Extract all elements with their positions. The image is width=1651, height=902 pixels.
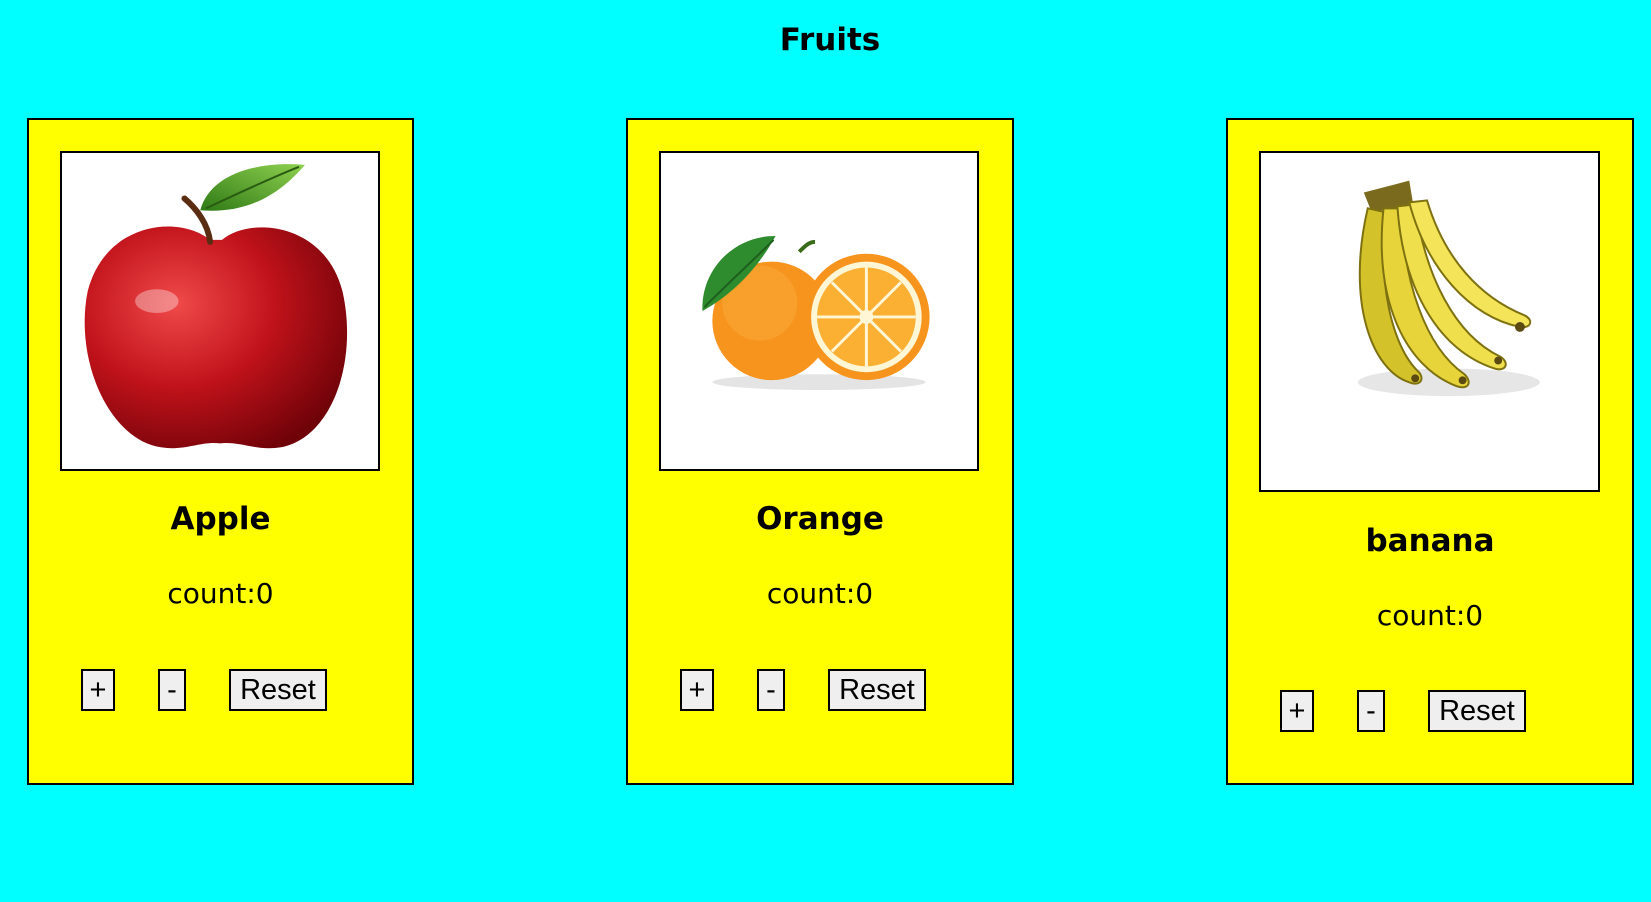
- fruit-name: Apple: [170, 501, 271, 537]
- reset-button[interactable]: Reset: [1428, 690, 1526, 732]
- fruit-card-banana: banana count:0 + - Reset: [1226, 118, 1634, 785]
- increment-button[interactable]: +: [81, 669, 115, 711]
- count-display: count:0: [1376, 599, 1484, 632]
- banana-image: [1259, 151, 1600, 492]
- fruit-card-orange: Orange count:0 + - Reset: [626, 118, 1014, 785]
- decrement-button[interactable]: -: [1357, 690, 1385, 732]
- apple-image: [60, 151, 380, 471]
- count-display: count:0: [167, 577, 274, 610]
- reset-button[interactable]: Reset: [229, 669, 327, 711]
- decrement-button[interactable]: -: [757, 669, 785, 711]
- fruit-card-apple: Apple count:0 + - Reset: [27, 118, 414, 785]
- orange-image: [659, 151, 979, 471]
- decrement-button[interactable]: -: [158, 669, 186, 711]
- reset-button[interactable]: Reset: [828, 669, 926, 711]
- increment-button[interactable]: +: [680, 669, 714, 711]
- page-title: Fruits: [779, 22, 881, 58]
- fruit-name: banana: [1365, 523, 1495, 559]
- count-display: count:0: [766, 577, 874, 610]
- increment-button[interactable]: +: [1280, 690, 1314, 732]
- fruit-name: Orange: [756, 501, 884, 537]
